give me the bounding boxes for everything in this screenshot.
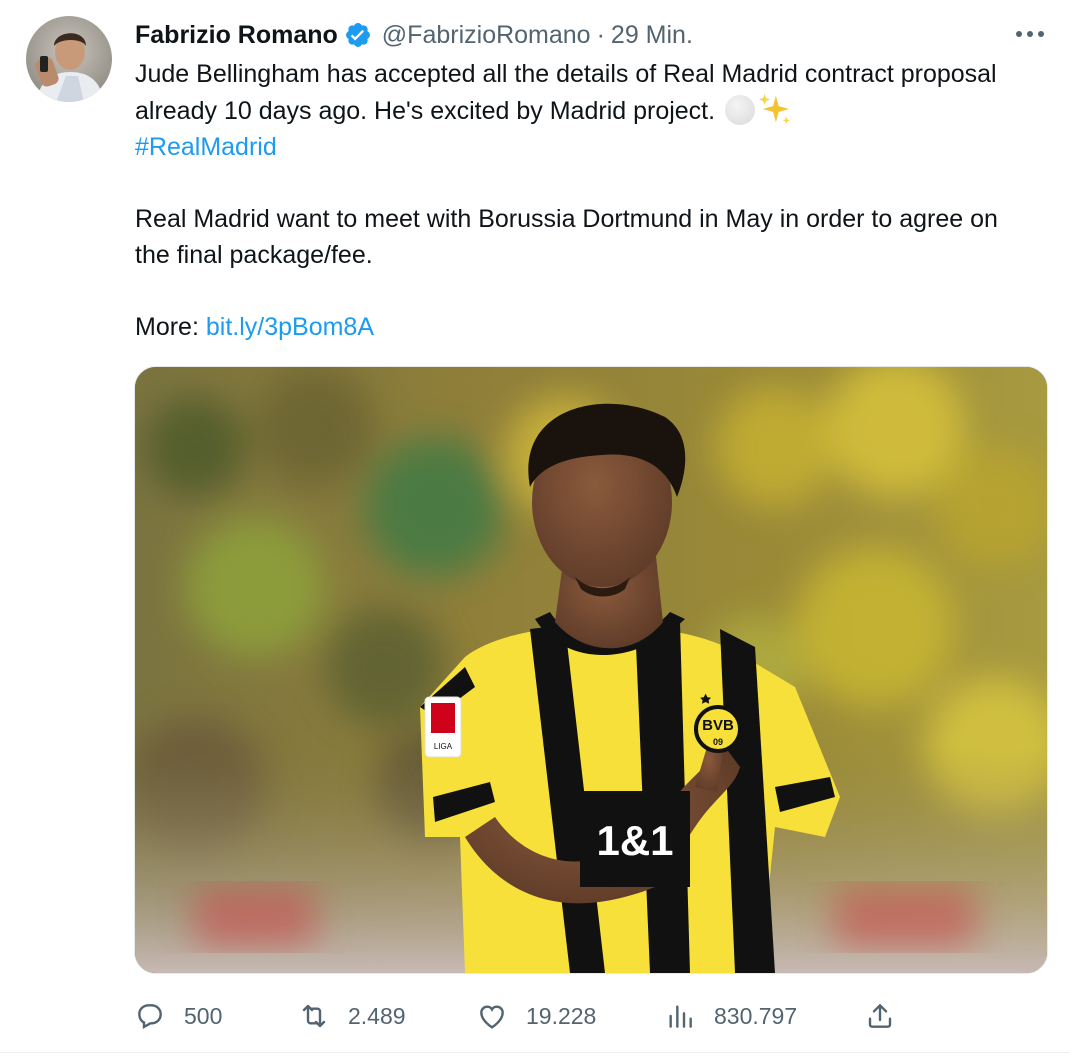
tweet-line-1: Jude Bellingham has accepted all the det… <box>135 60 997 125</box>
tweet-timestamp[interactable]: 29 Min. <box>611 21 693 50</box>
more-dots-icon <box>1016 31 1044 37</box>
crest-text: BVB <box>702 717 734 734</box>
tweet-header: Fabrizio Romano @FabrizioRomano · 29 Min… <box>135 18 693 52</box>
share-button[interactable] <box>864 996 896 1036</box>
retweet-button[interactable]: 2.489 <box>298 996 406 1036</box>
tweet-photo[interactable]: 1&1 BVB 09 LIGA <box>134 366 1048 974</box>
shirt-sponsor-text: 1&1 <box>596 817 673 864</box>
reply-button[interactable]: 500 <box>134 996 222 1036</box>
reply-count: 500 <box>184 1002 223 1029</box>
tweet-paragraph-3: More: bit.ly/3pBom8A <box>135 309 1035 345</box>
tweet-paragraph-1: Jude Bellingham has accepted all the det… <box>135 56 1035 165</box>
player-photo-illustration: 1&1 BVB 09 LIGA <box>135 367 1047 973</box>
like-count: 19.228 <box>526 1002 597 1029</box>
sparkles-emoji-icon <box>758 93 791 125</box>
tweet[interactable]: Fabrizio Romano @FabrizioRomano · 29 Min… <box>0 0 1070 1060</box>
avatar-image <box>26 16 112 102</box>
white-circle-emoji-icon <box>725 95 756 125</box>
retweet-icon <box>302 1004 326 1028</box>
views-count: 830.797 <box>714 1002 798 1029</box>
verified-badge-icon <box>345 23 370 47</box>
header-separator: · <box>596 20 605 49</box>
sleeve-badge-text: LIGA <box>434 742 453 751</box>
tweet-text: Jude Bellingham has accepted all the det… <box>135 56 1035 345</box>
more-link[interactable]: bit.ly/3pBom8A <box>206 313 374 341</box>
views-bar-chart-icon <box>669 1005 692 1028</box>
author-handle[interactable]: @FabrizioRomano <box>382 21 591 50</box>
tweet-actions: 500 2.489 19.228 830.797 <box>134 996 1046 1036</box>
retweet-count: 2.489 <box>348 1002 406 1029</box>
reply-icon <box>138 1004 162 1029</box>
more-label: More: <box>135 313 199 341</box>
more-options-button[interactable] <box>1012 20 1048 48</box>
tweet-paragraph-2: Real Madrid want to meet with Borussia D… <box>135 205 998 269</box>
like-button[interactable]: 19.228 <box>476 996 596 1036</box>
heart-icon <box>480 1005 504 1029</box>
tweet-divider <box>0 1052 1070 1053</box>
share-upload-icon <box>868 1004 892 1028</box>
crest-year: 09 <box>713 737 723 747</box>
views-button[interactable]: 830.797 <box>664 996 797 1036</box>
hashtag-link[interactable]: #RealMadrid <box>135 133 277 161</box>
author-name[interactable]: Fabrizio Romano <box>135 21 338 50</box>
avatar[interactable] <box>26 16 112 102</box>
